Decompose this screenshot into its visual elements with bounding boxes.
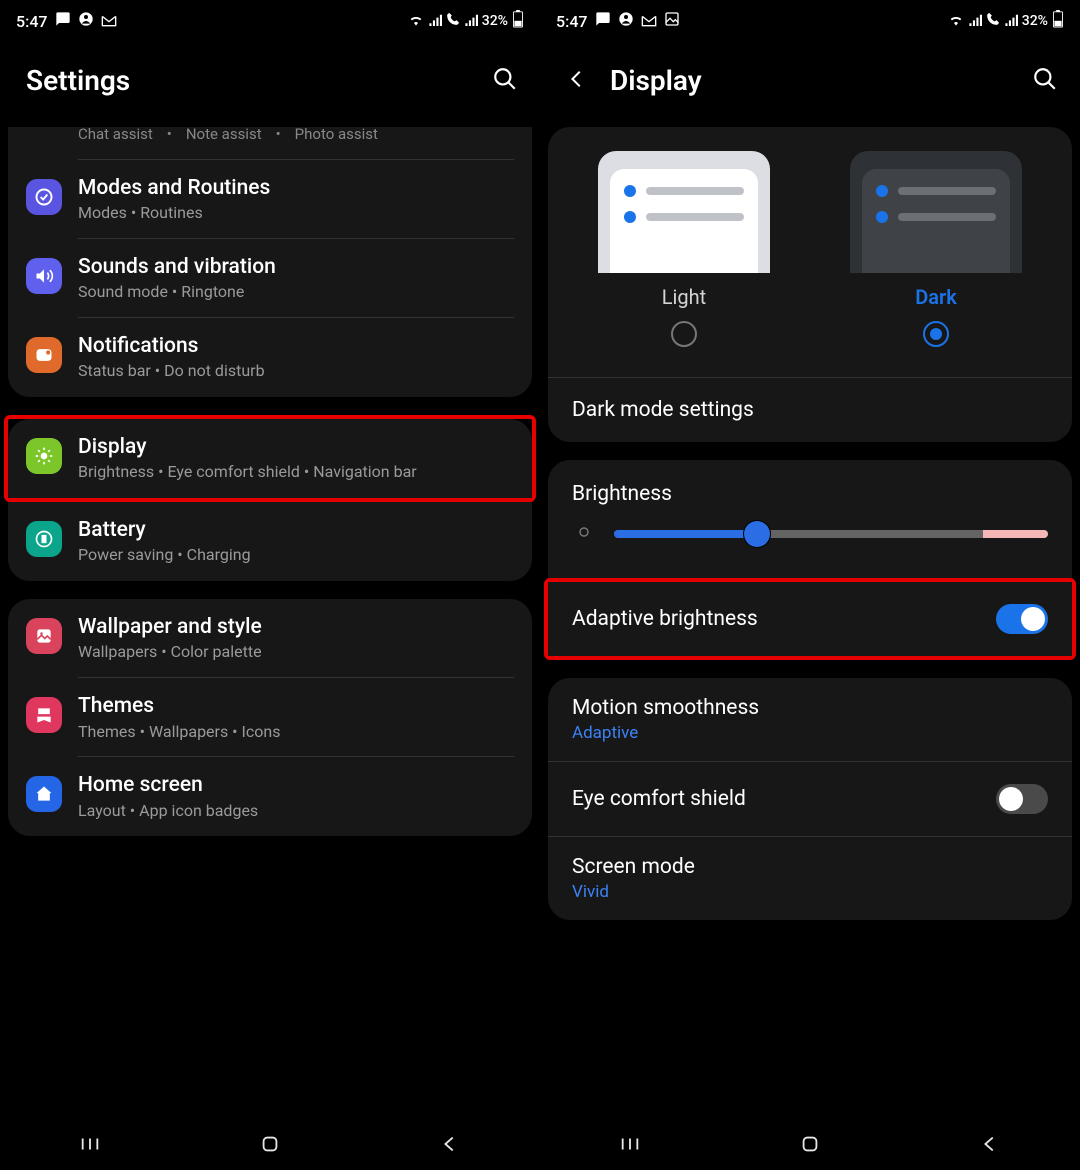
theme-option-light[interactable]: Light	[598, 151, 770, 347]
status-time: 5:47	[556, 12, 588, 31]
sun-icon	[572, 520, 596, 548]
nav-bar	[0, 1122, 540, 1170]
status-time: 5:47	[16, 12, 48, 31]
phone-display-settings: 5:47 32% Display	[540, 0, 1080, 1170]
sub: Modes • Routines	[78, 203, 512, 224]
row-motion-smoothness[interactable]: Motion smoothness Adaptive	[548, 678, 1072, 761]
gmail-icon	[101, 12, 117, 31]
brightness-slider[interactable]	[614, 530, 1048, 538]
display-icon	[26, 438, 62, 474]
nav-recents[interactable]	[79, 1133, 101, 1159]
header-settings: Settings	[0, 36, 540, 127]
battery-pct: 32%	[1022, 13, 1048, 29]
phone-settings-list: 5:47 32% Settings Chat assist	[0, 0, 540, 1170]
brightness-heading: Brightness	[548, 460, 1072, 516]
wallpaper-icon	[26, 618, 62, 654]
highlight-adaptive-brightness: Adaptive brightness	[544, 578, 1076, 660]
nav-recents[interactable]	[619, 1133, 641, 1159]
dark-preview	[850, 151, 1022, 273]
nav-home[interactable]	[799, 1133, 821, 1159]
picture-icon	[664, 11, 680, 31]
nav-home[interactable]	[259, 1133, 281, 1159]
themes-icon	[26, 697, 62, 733]
account-icon	[78, 11, 94, 31]
row-adaptive-brightness[interactable]: Adaptive brightness	[548, 582, 1072, 656]
call-icon	[446, 12, 460, 30]
row-battery[interactable]: Battery Power saving • Charging	[8, 502, 532, 581]
light-preview	[598, 151, 770, 273]
radio-dark[interactable]	[923, 321, 949, 347]
row-eye-comfort[interactable]: Eye comfort shield	[548, 762, 1072, 836]
signal-icon	[428, 12, 442, 30]
row-display[interactable]: Display Brightness • Eye comfort shield …	[8, 419, 532, 498]
status-bar: 5:47 32%	[0, 0, 540, 36]
wifi-icon	[948, 12, 964, 30]
label: Modes and Routines	[78, 175, 512, 201]
brightness-card: Brightness	[548, 460, 1072, 578]
row-modes-routines[interactable]: Modes and Routines Modes • Routines	[8, 160, 532, 239]
settings-group-1: Chat assist•Note assist•Photo assist Mod…	[8, 127, 532, 397]
signal-icon	[968, 12, 982, 30]
signal2-icon	[1004, 12, 1018, 30]
gmail-icon	[641, 12, 657, 31]
theme-option-dark[interactable]: Dark	[850, 151, 1022, 347]
search-icon[interactable]	[1032, 66, 1058, 96]
page-title: Settings	[26, 64, 130, 97]
home-icon	[26, 776, 62, 812]
cutoff-row-assist: Chat assist•Note assist•Photo assist	[8, 127, 532, 155]
status-bar-r: 5:47 32%	[540, 0, 1080, 36]
theme-card: Light Dark Dark mode settings	[548, 127, 1072, 442]
wifi-icon	[408, 12, 424, 30]
settings-group-3: Wallpaper and style Wallpapers • Color p…	[8, 599, 532, 836]
row-dark-mode-settings[interactable]: Dark mode settings	[548, 378, 1072, 442]
call-icon	[986, 12, 1000, 30]
row-screen-mode[interactable]: Screen mode Vivid	[548, 837, 1072, 920]
notif-icon	[26, 337, 62, 373]
chat-icon	[55, 11, 71, 31]
adaptive-label: Adaptive brightness	[572, 607, 758, 631]
display-options-card: Motion smoothness Adaptive Eye comfort s…	[548, 678, 1072, 920]
page-title: Display	[610, 64, 702, 97]
header-display: Display	[540, 36, 1080, 127]
nav-back[interactable]	[439, 1133, 461, 1159]
row-notifications[interactable]: Notifications Status bar • Do not distur…	[8, 318, 532, 397]
row-home-screen[interactable]: Home screen Layout • App icon badges	[8, 757, 532, 836]
row-sounds-vibration[interactable]: Sounds and vibration Sound mode • Ringto…	[8, 239, 532, 318]
battery-icon	[512, 10, 524, 32]
modes-icon	[26, 179, 62, 215]
search-icon[interactable]	[492, 66, 518, 96]
settings-group-2: Battery Power saving • Charging	[8, 502, 532, 581]
toggle-adaptive[interactable]	[996, 604, 1048, 634]
battery-settings-icon	[26, 521, 62, 557]
nav-bar-r	[540, 1122, 1080, 1170]
highlight-display-row: Display Brightness • Eye comfort shield …	[4, 415, 536, 502]
row-themes[interactable]: Themes Themes • Wallpapers • Icons	[8, 678, 532, 757]
signal2-icon	[464, 12, 478, 30]
light-label: Light	[662, 285, 706, 309]
chat-icon	[595, 11, 611, 31]
account-icon	[618, 11, 634, 31]
dark-label: Dark	[915, 285, 957, 309]
back-button[interactable]	[566, 68, 588, 94]
row-wallpaper[interactable]: Wallpaper and style Wallpapers • Color p…	[8, 599, 532, 678]
toggle-eye-comfort[interactable]	[996, 784, 1048, 814]
battery-icon	[1052, 10, 1064, 32]
sound-icon	[26, 258, 62, 294]
battery-pct: 32%	[482, 13, 508, 29]
nav-back[interactable]	[979, 1133, 1001, 1159]
radio-light[interactable]	[671, 321, 697, 347]
